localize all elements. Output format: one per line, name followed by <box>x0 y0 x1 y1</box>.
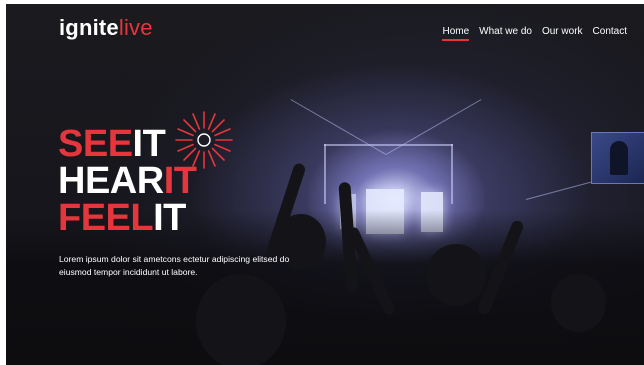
crowd-head <box>551 274 606 332</box>
crowd-head <box>196 274 286 365</box>
nav-item-home[interactable]: Home <box>442 26 469 41</box>
stage-truss-right <box>451 144 453 204</box>
side-video-screen <box>591 132 644 184</box>
brand-name-part2: live <box>118 15 153 40</box>
headline-line-feel: FEELIT <box>58 197 186 239</box>
hero-headline: SEEIT HEARIT FEELIT <box>58 123 197 239</box>
headline-line-see: SEEIT <box>58 123 166 165</box>
nav-item-what-we-do[interactable]: What we do <box>479 26 532 41</box>
stage-truss-left <box>324 144 326 204</box>
nav-item-our-work[interactable]: Our work <box>542 26 583 41</box>
light-beam <box>290 99 387 155</box>
hero-tagline: Lorem ipsum dolor sit ametcons ectetur a… <box>59 254 290 277</box>
brand-logo[interactable]: ignitelive <box>59 15 153 41</box>
nav-item-contact[interactable]: Contact <box>593 26 627 41</box>
performer-figure <box>610 141 628 175</box>
headline-line-hear: HEARIT <box>58 160 197 202</box>
main-nav: Home What we do Our work Contact <box>432 26 627 41</box>
stage-truss-top <box>324 144 453 146</box>
light-beam <box>385 99 482 155</box>
hero-section: ignitelive Home What we do Our work Cont… <box>6 4 644 365</box>
brand-name-part1: ignite <box>59 15 119 40</box>
crowd-head <box>426 244 486 306</box>
